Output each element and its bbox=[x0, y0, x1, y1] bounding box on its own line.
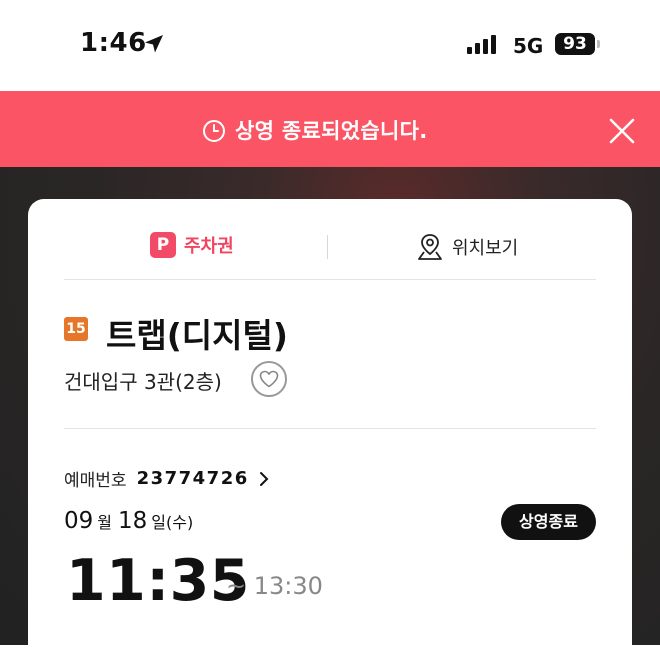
month: 09 bbox=[64, 508, 94, 534]
day: 18 bbox=[118, 508, 148, 534]
chevron-right-icon bbox=[259, 471, 269, 486]
map-pin-icon bbox=[418, 234, 442, 260]
favorite-button[interactable] bbox=[251, 361, 287, 397]
battery-tip bbox=[597, 40, 600, 48]
start-time: 11:35 bbox=[66, 548, 250, 614]
month-unit: 월 bbox=[97, 513, 113, 532]
status-time: 1:46 bbox=[80, 28, 147, 58]
view-location-button[interactable]: 위치보기 bbox=[416, 232, 518, 262]
view-location-label: 위치보기 bbox=[452, 238, 519, 259]
divider bbox=[64, 428, 596, 429]
booking-number: 23774726 bbox=[136, 468, 249, 489]
battery-icon: 93 bbox=[555, 33, 595, 55]
movie-title: 트랩(디지털) bbox=[106, 316, 288, 355]
end-time: ~ 13:30 bbox=[226, 572, 323, 600]
signal-icon bbox=[467, 34, 496, 54]
venue-label: 건대입구 3관(2층) bbox=[64, 370, 222, 394]
location-arrow-icon bbox=[145, 35, 163, 53]
show-date: 09 월 18 일(수) bbox=[64, 508, 199, 534]
booking-label: 예매번호 bbox=[64, 471, 127, 491]
age-rating-badge: 15 bbox=[64, 317, 88, 341]
parking-label: 주차권 bbox=[184, 236, 234, 257]
heart-icon bbox=[259, 370, 279, 388]
parking-ticket-button[interactable]: P 주차권 bbox=[150, 232, 234, 258]
status-badge: 상영종료 bbox=[501, 504, 596, 540]
clock-icon bbox=[203, 120, 225, 142]
parking-icon: P bbox=[150, 232, 176, 258]
tab-divider bbox=[327, 235, 328, 259]
close-icon[interactable] bbox=[608, 117, 636, 145]
banner-message: 상영 종료되었습니다. bbox=[235, 119, 428, 143]
network-type: 5G bbox=[513, 34, 544, 58]
divider bbox=[64, 279, 596, 280]
day-unit: 일(수) bbox=[151, 513, 194, 532]
booking-number-link[interactable]: 예매번호 23774726 bbox=[64, 466, 269, 491]
